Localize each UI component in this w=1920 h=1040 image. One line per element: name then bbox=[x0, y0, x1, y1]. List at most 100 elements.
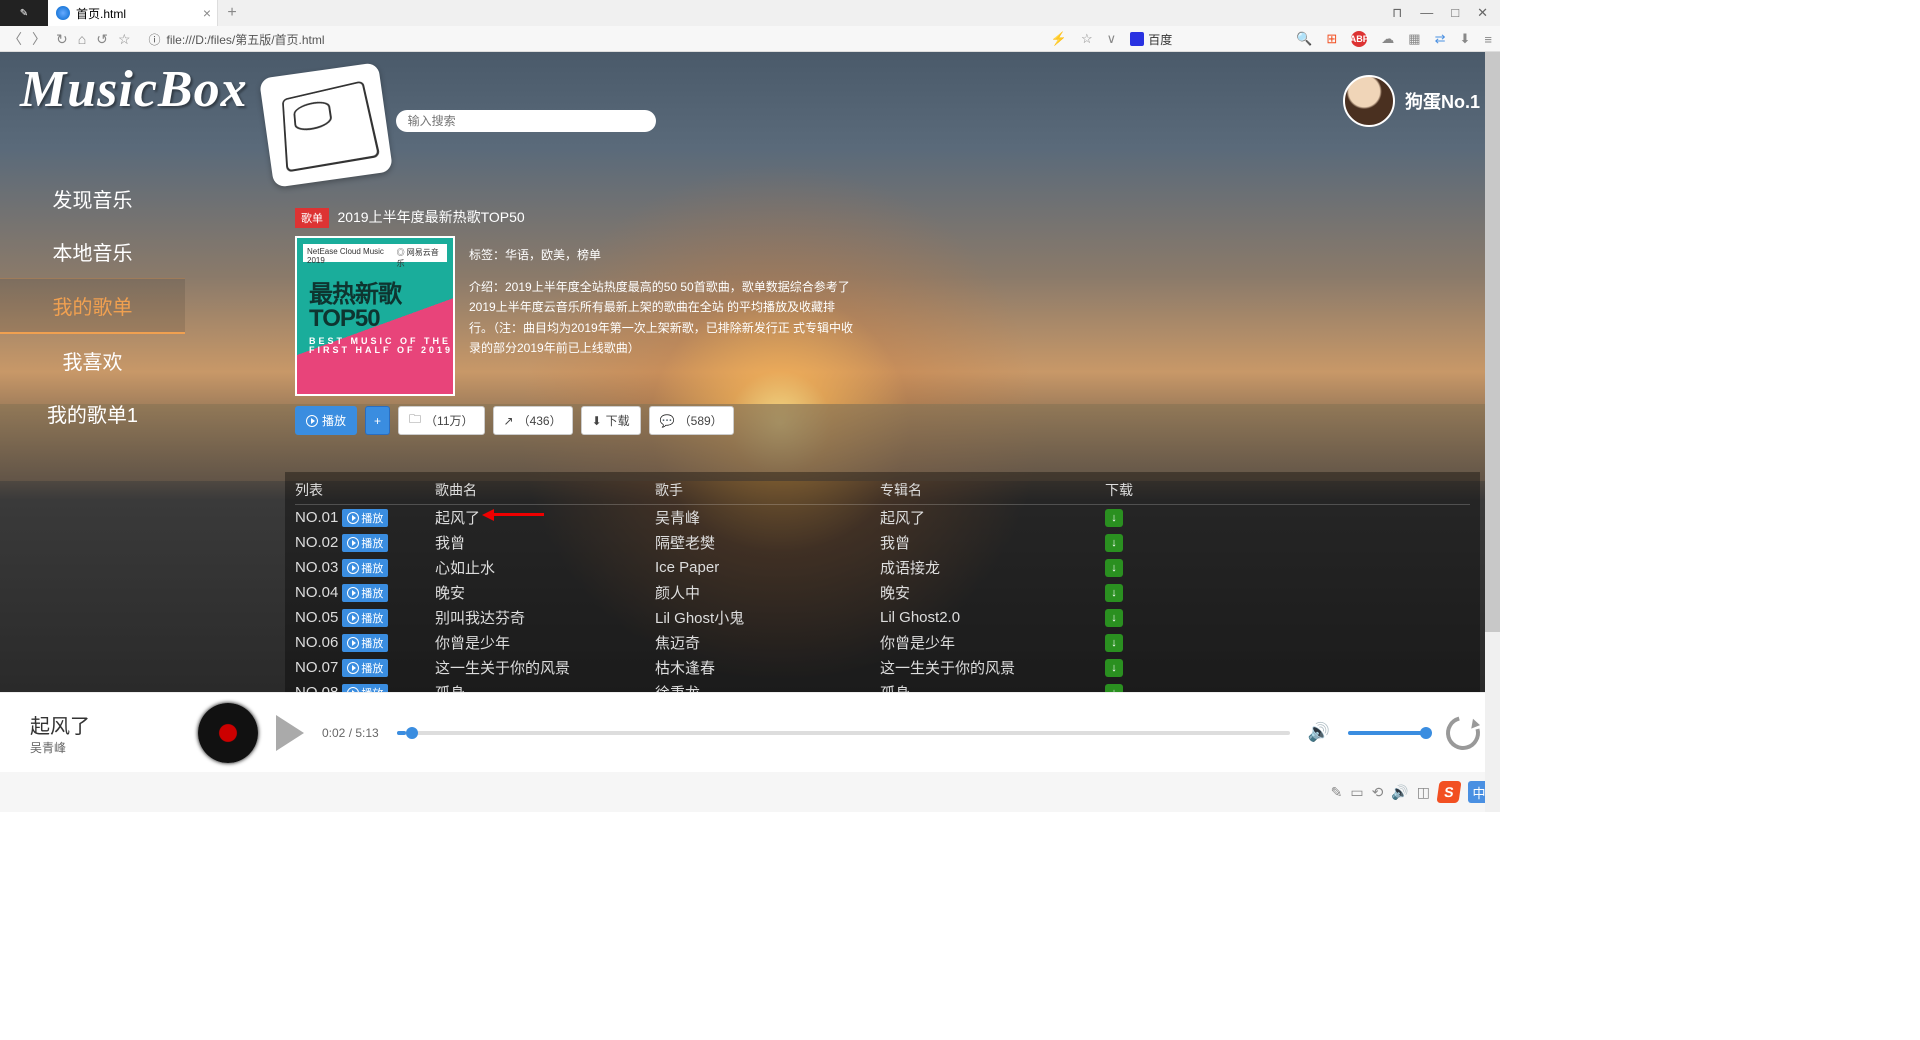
table-row[interactable]: NO.02播放我曾隔壁老樊我曾↓ bbox=[295, 530, 1470, 555]
volume-icon[interactable]: 🔊 bbox=[1308, 722, 1330, 743]
comment-icon: 💬 bbox=[660, 414, 675, 428]
now-playing-title: 起风了 bbox=[30, 710, 180, 739]
row-play-button[interactable]: 播放 bbox=[342, 659, 388, 677]
flash-icon[interactable]: ⚡ bbox=[1051, 31, 1067, 47]
row-play-button[interactable]: 播放 bbox=[342, 684, 388, 693]
sidebar-item-discover[interactable]: 发现音乐 bbox=[0, 172, 185, 225]
play-button[interactable] bbox=[276, 715, 304, 751]
now-playing-info: 起风了 吴青峰 bbox=[30, 710, 180, 756]
tray-icon[interactable]: ▭ bbox=[1350, 784, 1363, 801]
sidebar-item-local[interactable]: 本地音乐 bbox=[0, 225, 185, 278]
row-download-button[interactable]: ↓ bbox=[1105, 584, 1123, 602]
table-row[interactable]: NO.04播放晚安颜人中晚安↓ bbox=[295, 580, 1470, 605]
sidebar-item-playlist[interactable]: 我的歌单 bbox=[0, 278, 185, 334]
menu-icon[interactable]: ≡ bbox=[1484, 32, 1492, 47]
tray-icon[interactable]: ◫ bbox=[1417, 784, 1430, 801]
table-row[interactable]: NO.01播放起风了吴青峰起风了↓ bbox=[295, 505, 1470, 530]
back-button[interactable]: 〈 bbox=[8, 29, 22, 49]
playlist-description: 介绍：2019上半年度全站热度最高的50 50首歌曲，歌单数据综合参考了2019… bbox=[469, 277, 855, 359]
logo-text: MusicBox bbox=[20, 60, 248, 119]
row-number: NO.02 bbox=[295, 534, 338, 551]
playlist-actions: 播放 + 🗀（11万） ↗（436） ⬇下载 💬（589） bbox=[295, 406, 855, 435]
avatar[interactable] bbox=[1343, 75, 1395, 127]
sogou-ime-icon[interactable]: S bbox=[1436, 781, 1461, 803]
tray-speaker-icon[interactable]: 🔊 bbox=[1391, 784, 1408, 801]
row-play-button[interactable]: 播放 bbox=[342, 634, 388, 652]
toggle-icon[interactable]: ⇄ bbox=[1435, 31, 1446, 47]
tray-icon[interactable]: ⟲ bbox=[1372, 784, 1384, 801]
row-play-button[interactable]: 播放 bbox=[342, 584, 388, 602]
add-button[interactable]: + bbox=[365, 406, 390, 435]
comment-button[interactable]: 💬（589） bbox=[649, 406, 734, 435]
window-minimize-icon[interactable]: ― bbox=[1420, 5, 1433, 21]
row-play-button[interactable]: 播放 bbox=[342, 534, 388, 552]
row-download-button[interactable]: ↓ bbox=[1105, 509, 1123, 527]
tab-close-icon[interactable]: × bbox=[203, 5, 211, 21]
row-download-button[interactable]: ↓ bbox=[1105, 634, 1123, 652]
play-all-button[interactable]: 播放 bbox=[295, 406, 357, 435]
browser-tab[interactable]: 首页.html × bbox=[48, 0, 218, 26]
forward-button[interactable]: 〉 bbox=[32, 29, 46, 49]
reload-button[interactable]: ↻ bbox=[56, 31, 68, 48]
play-icon bbox=[347, 637, 359, 649]
favorite-button[interactable]: ☆ bbox=[118, 31, 131, 48]
tray-icon[interactable]: ✎ bbox=[1331, 784, 1343, 801]
app-icon: ✎ bbox=[0, 0, 48, 26]
adblock-icon[interactable]: ABP bbox=[1351, 31, 1367, 47]
table-row[interactable]: NO.03播放心如止水Ice Paper成语接龙↓ bbox=[295, 555, 1470, 580]
download-icon[interactable]: ⬇ bbox=[1460, 31, 1471, 47]
row-download-button[interactable]: ↓ bbox=[1105, 559, 1123, 577]
address-bar[interactable]: file:///D:/files/第五版/首页.html bbox=[167, 31, 325, 48]
annotation-arrow bbox=[482, 500, 544, 528]
app-main: MusicBox 狗蛋No.1 发现音乐 本地音乐 我的歌单 我喜欢 我的歌单1… bbox=[0, 52, 1500, 692]
row-download-button[interactable]: ↓ bbox=[1105, 659, 1123, 677]
playlist-title: 2019上半年度最新热歌TOP50 bbox=[337, 209, 524, 225]
sidebar-item-playlist1[interactable]: 我的歌单1 bbox=[0, 387, 185, 440]
disc-icon[interactable] bbox=[198, 703, 258, 763]
row-download-button[interactable]: ↓ bbox=[1105, 684, 1123, 693]
row-song: 孤身 bbox=[435, 682, 655, 692]
share-button[interactable]: ↗（436） bbox=[493, 406, 573, 435]
sidebar-item-liked[interactable]: 我喜欢 bbox=[0, 334, 185, 387]
table-row[interactable]: NO.07播放这一生关于你的风景枯木逢春这一生关于你的风景↓ bbox=[295, 655, 1470, 680]
ext1-icon[interactable]: ▦ bbox=[1408, 31, 1420, 47]
row-play-button[interactable]: 播放 bbox=[342, 609, 388, 627]
dropdown-icon[interactable]: ∨ bbox=[1107, 31, 1117, 47]
search-input[interactable] bbox=[396, 110, 656, 132]
download-button[interactable]: ⬇下载 bbox=[581, 406, 641, 435]
new-tab-button[interactable]: + bbox=[218, 4, 246, 22]
row-album: 这一生关于你的风景 bbox=[880, 657, 1105, 678]
home-button[interactable]: ⌂ bbox=[78, 31, 86, 47]
table-row[interactable]: NO.06播放你曾是少年焦迈奇你曾是少年↓ bbox=[295, 630, 1470, 655]
search-engine[interactable]: 百度 bbox=[1130, 31, 1172, 48]
row-play-button[interactable]: 播放 bbox=[342, 509, 388, 527]
col-artist: 歌手 bbox=[655, 480, 880, 500]
window-maximize-icon[interactable]: □ bbox=[1451, 5, 1459, 21]
play-icon bbox=[347, 587, 359, 599]
row-album: 起风了 bbox=[880, 507, 1105, 528]
row-song: 你曾是少年 bbox=[435, 632, 655, 653]
user-area[interactable]: 狗蛋No.1 bbox=[1343, 75, 1480, 127]
table-row[interactable]: NO.05播放别叫我达芬奇Lil Ghost小鬼Lil Ghost2.0↓ bbox=[295, 605, 1470, 630]
volume-thumb[interactable] bbox=[1420, 727, 1432, 739]
stop-button[interactable]: ↺ bbox=[96, 31, 108, 48]
table-row[interactable]: NO.08播放孤身徐秉龙孤身↓ bbox=[295, 680, 1470, 692]
ms-grid-icon[interactable]: ⊞ bbox=[1326, 31, 1337, 47]
row-album: 你曾是少年 bbox=[880, 632, 1105, 653]
row-play-button[interactable]: 播放 bbox=[342, 559, 388, 577]
volume-bar[interactable] bbox=[1348, 731, 1428, 735]
progress-bar[interactable] bbox=[397, 731, 1290, 735]
row-download-button[interactable]: ↓ bbox=[1105, 534, 1123, 552]
leaf-icon[interactable]: ☁ bbox=[1381, 31, 1394, 47]
loop-button[interactable] bbox=[1440, 709, 1486, 755]
bookmark-icon[interactable]: ☆ bbox=[1081, 31, 1093, 47]
window-close-icon[interactable]: ✕ bbox=[1477, 5, 1488, 21]
window-pin-icon[interactable]: ⊓ bbox=[1392, 5, 1402, 21]
favorite-button[interactable]: 🗀（11万） bbox=[398, 406, 484, 435]
progress-thumb[interactable] bbox=[406, 727, 418, 739]
row-album: Lil Ghost2.0 bbox=[880, 609, 1105, 626]
search-icon[interactable]: 🔍 bbox=[1296, 31, 1312, 47]
row-download-button[interactable]: ↓ bbox=[1105, 609, 1123, 627]
col-download: 下载 bbox=[1105, 480, 1185, 500]
playlist-cover[interactable]: NetEase Cloud Music 2019◎ 网易云音乐 最热新歌TOP5… bbox=[295, 236, 455, 396]
